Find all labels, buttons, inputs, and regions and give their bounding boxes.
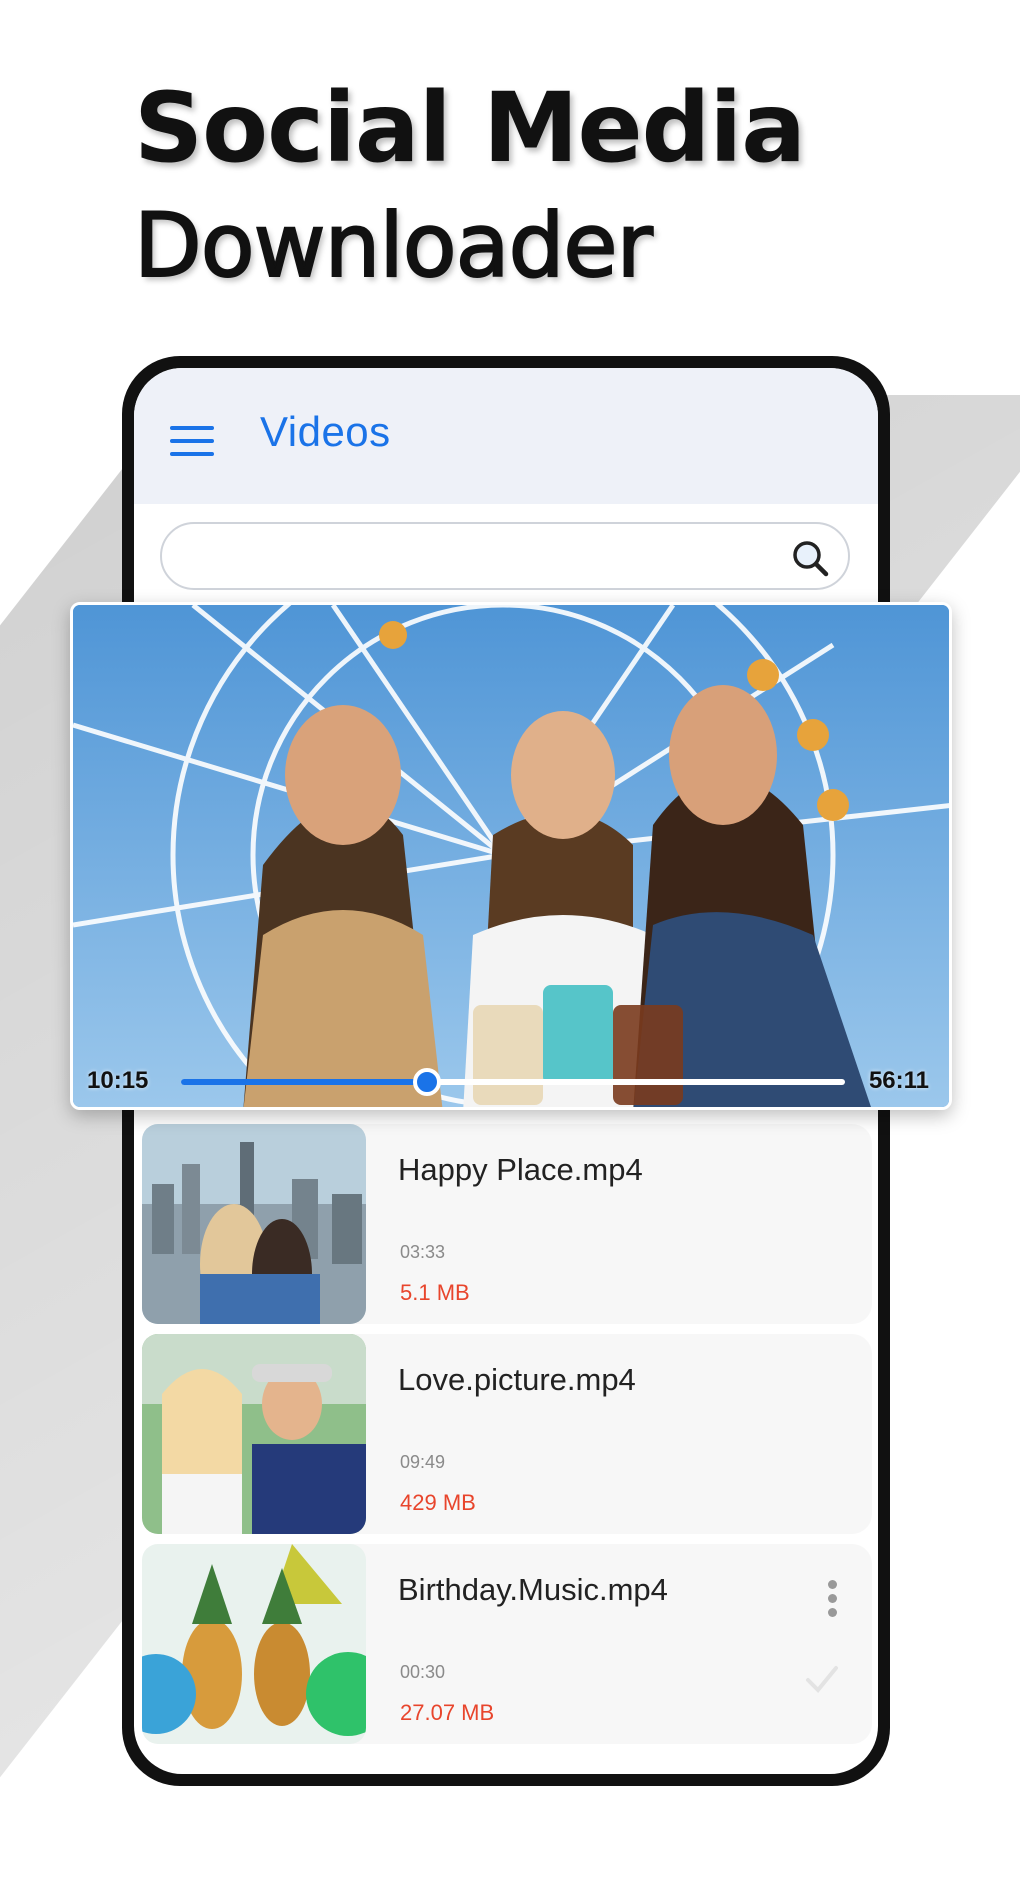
- video-thumbnail: [142, 1334, 366, 1534]
- headline-line-2: Downloader: [133, 193, 654, 298]
- video-thumbnail: [142, 1544, 366, 1744]
- video-player[interactable]: 10:15 56:11: [70, 602, 952, 1110]
- search-icon[interactable]: [790, 538, 830, 578]
- video-list-item[interactable]: Happy Place.mp4 03:33 5.1 MB: [142, 1124, 872, 1324]
- video-duration: 09:49: [400, 1452, 446, 1472]
- seek-handle[interactable]: [412, 1068, 441, 1096]
- page-title: Videos: [260, 408, 391, 455]
- video-list-item[interactable]: Love.picture.mp4 09:49 429 MB: [142, 1334, 872, 1534]
- promo-headline: Social Media Downloader: [133, 68, 806, 304]
- video-size: 429 MB: [400, 1490, 476, 1515]
- video-size: 27.07 MB: [400, 1700, 495, 1725]
- video-title: Love.picture.mp4: [398, 1362, 636, 1397]
- video-list: Happy Place.mp4 03:33 5.1 MB Love.pictur…: [142, 1124, 872, 1754]
- check-icon[interactable]: [804, 1664, 840, 1694]
- player-total-time: 56:11: [868, 1067, 929, 1094]
- video-size: 5.1 MB: [400, 1280, 470, 1305]
- headline-line-1: Social Media: [134, 72, 806, 184]
- seek-bar[interactable]: [181, 1068, 845, 1096]
- search-bar: [160, 522, 850, 590]
- app-bar: Videos: [134, 368, 878, 504]
- player-current-time: 10:15: [87, 1067, 149, 1094]
- seek-progress: [181, 1079, 427, 1085]
- video-title: Birthday.Music.mp4: [398, 1572, 668, 1607]
- video-list-item[interactable]: Birthday.Music.mp4 00:30 27.07 MB: [142, 1544, 872, 1744]
- search-input[interactable]: [186, 538, 750, 576]
- video-duration: 00:30: [400, 1662, 446, 1682]
- more-vert-icon[interactable]: [824, 1580, 840, 1620]
- video-frame-image: [73, 605, 949, 1107]
- video-title: Happy Place.mp4: [398, 1152, 643, 1187]
- video-duration: 03:33: [400, 1242, 446, 1262]
- video-thumbnail: [142, 1124, 366, 1324]
- hamburger-menu-icon[interactable]: [170, 426, 214, 456]
